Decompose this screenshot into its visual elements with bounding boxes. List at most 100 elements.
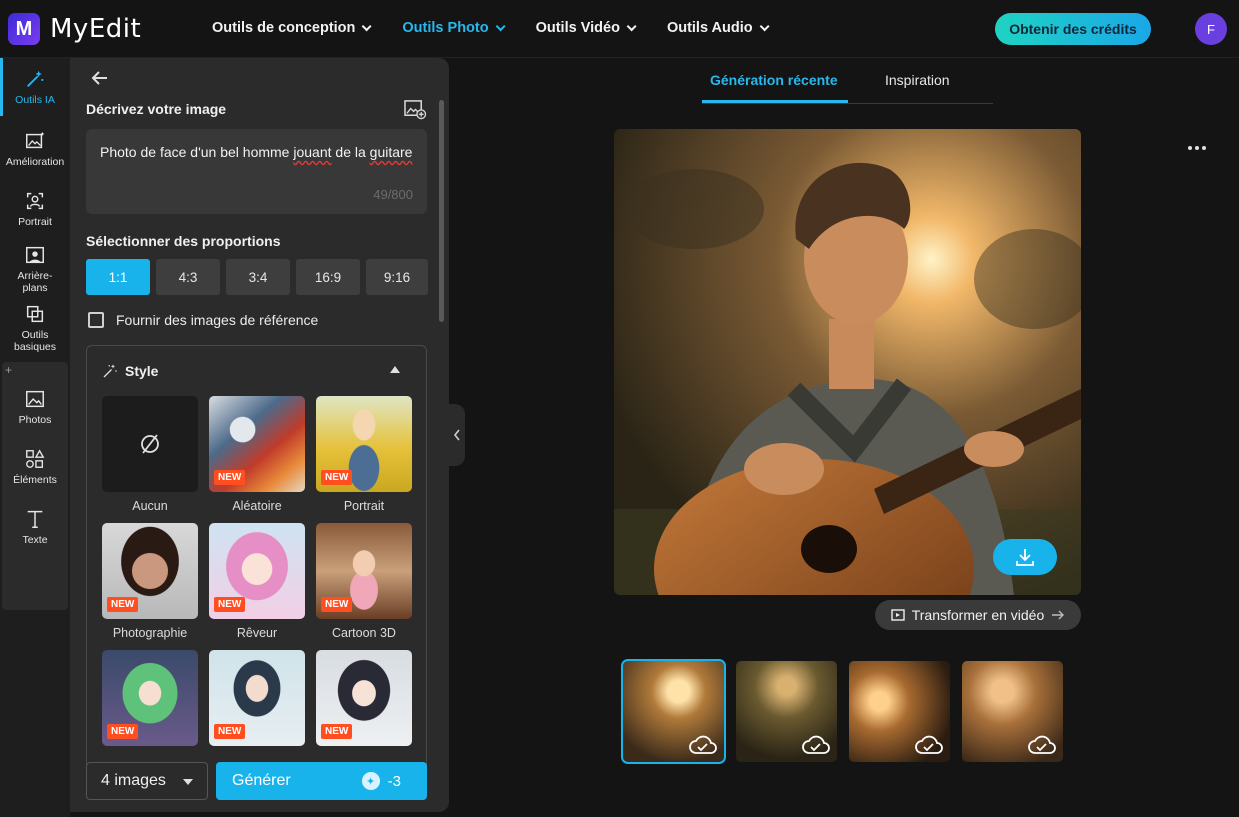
- magic-wand-icon: [103, 364, 117, 378]
- collapse-panel-toggle[interactable]: [449, 404, 465, 466]
- video-icon: [891, 609, 905, 621]
- result-tabs: Génération récente Inspiration: [702, 68, 993, 104]
- generated-image[interactable]: [614, 129, 1081, 595]
- ratio-16-9[interactable]: 16:9: [296, 259, 360, 295]
- style-random[interactable]: NEW Aléatoire: [209, 396, 305, 514]
- convert-to-video-button[interactable]: Transformer en vidéo: [875, 600, 1081, 630]
- style-section: Style Aucun NEW Aléatoire NEW Portrait N…: [86, 345, 427, 765]
- rail-item-ai-tools[interactable]: Outils IA: [0, 68, 70, 106]
- get-credits-button[interactable]: Obtenir des crédits: [995, 13, 1151, 45]
- chevron-down-icon: [183, 779, 193, 785]
- nav-photo-tools[interactable]: Outils Photo: [402, 20, 506, 36]
- chevron-left-icon: [453, 429, 460, 441]
- app-name: MyEdit: [50, 14, 142, 44]
- new-badge: NEW: [214, 597, 246, 612]
- char-counter: 49/800: [373, 187, 413, 202]
- portrait-icon: [26, 192, 44, 210]
- crop-icon: [26, 305, 44, 323]
- ratio-options: 1:1 4:3 3:4 16:9 9:16: [86, 259, 428, 295]
- describe-title: Décrivez votre image: [86, 101, 227, 117]
- style-catgirl[interactable]: NEW: [316, 650, 412, 765]
- thumbnail-3[interactable]: [849, 661, 950, 762]
- none-icon: [141, 434, 159, 454]
- style-dreamy[interactable]: NEW Rêveur: [209, 523, 305, 641]
- nav-video-tools[interactable]: Outils Vidéo: [536, 20, 637, 36]
- credit-cost: ✦ -3: [361, 772, 401, 790]
- new-badge: NEW: [321, 724, 353, 739]
- nav-design-tools[interactable]: Outils de conception: [212, 20, 372, 36]
- new-badge: NEW: [321, 470, 353, 485]
- style-grid: Aucun NEW Aléatoire NEW Portrait NEW Pho…: [102, 396, 412, 765]
- avatar[interactable]: F: [1195, 13, 1227, 45]
- reference-checkbox[interactable]: [88, 312, 104, 328]
- nav-audio-tools[interactable]: Outils Audio: [667, 20, 770, 36]
- generated-thumbnails: [621, 659, 1063, 764]
- rail-item-elements[interactable]: Éléments: [0, 448, 70, 486]
- style-header[interactable]: Style: [101, 362, 158, 380]
- new-badge: NEW: [107, 724, 139, 739]
- image-enhance-icon: [26, 131, 45, 149]
- logo-mark: M: [8, 13, 40, 45]
- panel-scrollbar[interactable]: [439, 100, 444, 322]
- generate-bar: 4 images Générer ✦ -3: [86, 762, 427, 800]
- style-chibi[interactable]: NEW: [102, 650, 198, 765]
- ratio-3-4[interactable]: 3:4: [226, 259, 290, 295]
- ratio-1-1[interactable]: 1:1: [86, 259, 150, 295]
- guitarist-photo: [614, 129, 1081, 595]
- prompt-textarea[interactable]: Photo de face d'un bel homme jouant de l…: [86, 129, 427, 214]
- download-icon: [1016, 549, 1034, 566]
- reference-images-option[interactable]: Fournir des images de référence: [88, 312, 318, 328]
- new-badge: NEW: [214, 470, 246, 485]
- cloud-saved-icon: [1028, 735, 1056, 754]
- ai-generate-panel: Décrivez votre image Photo de face d'un …: [70, 58, 449, 812]
- magic-wand-icon: [27, 70, 44, 87]
- top-bar: M MyEdit Outils de conception Outils Pho…: [0, 0, 1239, 58]
- rail-item-enhance[interactable]: Amélioration: [0, 130, 70, 168]
- style-anime[interactable]: NEW: [209, 650, 305, 765]
- active-tab-indicator: [702, 100, 848, 103]
- new-badge: NEW: [214, 724, 246, 739]
- plus-icon[interactable]: +: [5, 363, 12, 377]
- rail-item-photos[interactable]: Photos: [0, 388, 70, 426]
- style-cartoon-3d[interactable]: NEW Cartoon 3D: [316, 523, 412, 641]
- more-options-icon[interactable]: [1188, 146, 1206, 150]
- credit-icon: ✦: [361, 772, 380, 790]
- ratio-9-16[interactable]: 9:16: [366, 259, 428, 295]
- chevron-down-icon: [626, 20, 637, 31]
- cloud-saved-icon: [915, 735, 943, 754]
- cloud-saved-icon: [689, 735, 717, 754]
- image-count-select[interactable]: 4 images: [86, 762, 208, 800]
- style-none[interactable]: Aucun: [102, 396, 198, 514]
- tool-rail: + Outils IA Amélioration Portrait Arrièr…: [0, 58, 70, 817]
- main-nav: Outils de conception Outils Photo Outils…: [212, 20, 770, 36]
- text-icon: [27, 510, 43, 528]
- generate-button[interactable]: Générer ✦ -3: [216, 762, 427, 800]
- tab-recent[interactable]: Génération récente: [710, 72, 838, 88]
- style-portrait[interactable]: NEW Portrait: [316, 396, 412, 514]
- cloud-saved-icon: [802, 735, 830, 754]
- new-badge: NEW: [107, 597, 139, 612]
- chevron-down-icon: [759, 20, 770, 31]
- rail-item-portrait[interactable]: Portrait: [0, 190, 70, 228]
- rail-item-text[interactable]: Texte: [0, 508, 70, 546]
- chevron-down-icon: [362, 20, 372, 31]
- ratio-title: Sélectionner des proportions: [86, 233, 281, 249]
- chevron-down-icon: [495, 20, 506, 31]
- new-badge: NEW: [321, 597, 353, 612]
- shapes-icon: [26, 449, 45, 468]
- thumbnail-2[interactable]: [736, 661, 837, 762]
- photo-icon: [26, 390, 44, 408]
- rail-item-backgrounds[interactable]: Arrière-plans: [0, 244, 70, 294]
- download-button[interactable]: [993, 539, 1057, 575]
- collapse-caret-icon[interactable]: [390, 366, 400, 373]
- image-upload-icon[interactable]: [404, 99, 427, 120]
- tab-inspiration[interactable]: Inspiration: [885, 72, 950, 88]
- thumbnail-1[interactable]: [621, 659, 726, 764]
- thumbnail-4[interactable]: [962, 661, 1063, 762]
- background-icon: [26, 246, 44, 264]
- ratio-4-3[interactable]: 4:3: [156, 259, 220, 295]
- back-arrow-icon[interactable]: [90, 68, 110, 88]
- rail-item-basic-tools[interactable]: Outils basiques: [0, 303, 70, 353]
- style-photography[interactable]: NEW Photographie: [102, 523, 198, 641]
- logo[interactable]: M MyEdit: [8, 13, 141, 45]
